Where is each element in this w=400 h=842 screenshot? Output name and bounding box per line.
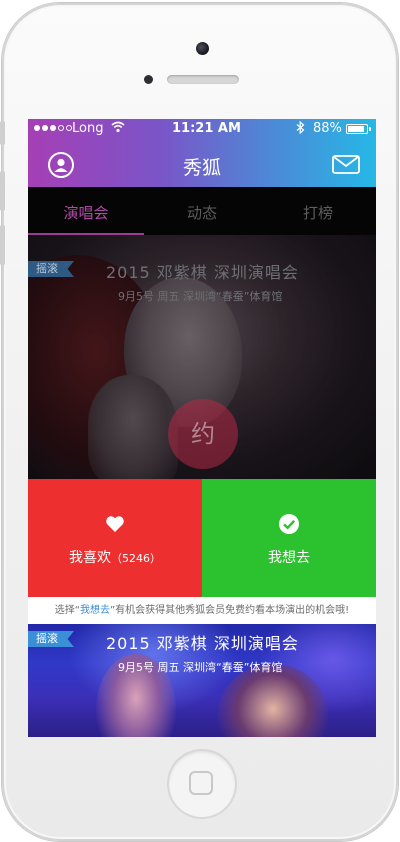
concert-title: 2015 邓紫棋 深圳演唱会 bbox=[106, 634, 299, 653]
check-circle-icon bbox=[279, 514, 299, 534]
genre-tag: 摇滚 bbox=[28, 631, 74, 647]
want-to-go-button[interactable]: 我想去 bbox=[202, 479, 376, 597]
app-screen: Long 11:21 AM 88% 秀狐 演唱会 动态 打榜 摇滚 2015 邓… bbox=[28, 119, 376, 737]
bluetooth-icon bbox=[296, 120, 305, 138]
status-time: 11:21 AM bbox=[172, 121, 241, 136]
page-title: 秀狐 bbox=[182, 157, 221, 179]
front-camera bbox=[196, 42, 209, 55]
volume-down-button bbox=[0, 225, 5, 265]
home-square-icon bbox=[189, 771, 213, 795]
battery-icon bbox=[346, 124, 371, 134]
tab-updates[interactable]: 动态 bbox=[144, 187, 260, 235]
wifi-icon bbox=[111, 121, 125, 136]
profile-button[interactable] bbox=[48, 152, 74, 178]
heart-icon bbox=[106, 516, 124, 532]
concert-date-venue: 9月5号 周五 深圳湾“春蚕”体育馆 bbox=[118, 290, 283, 303]
like-label: 我喜欢 bbox=[69, 550, 111, 566]
promo-hint-prefix: 选择“ bbox=[54, 605, 80, 616]
like-button[interactable]: 我喜欢（5246） bbox=[28, 479, 202, 597]
featured-concert-card[interactable]: 摇滚 2015 邓紫棋 深圳演唱会 9月5号 周五 深圳湾“春蚕”体育馆 约 bbox=[28, 235, 376, 479]
carrier-name: Long bbox=[72, 121, 104, 136]
concert-card-2[interactable]: 摇滚 2015 邓紫棋 深圳演唱会 9月5号 周五 深圳湾“春蚕”体育馆 bbox=[28, 624, 376, 737]
app-header: Long 11:21 AM 88% 秀狐 bbox=[28, 119, 376, 187]
tab-concerts[interactable]: 演唱会 bbox=[28, 187, 144, 235]
battery-fill bbox=[348, 126, 364, 132]
genre-tag: 摇滚 bbox=[28, 261, 74, 277]
concert-date-venue: 9月5号 周五 深圳湾“春蚕”体育馆 bbox=[118, 661, 283, 674]
earpiece-speaker bbox=[167, 75, 239, 84]
battery-percent: 88% bbox=[313, 121, 342, 136]
messages-button[interactable] bbox=[332, 155, 360, 174]
status-bar: Long 11:21 AM 88% bbox=[28, 119, 376, 139]
date-badge: 约 bbox=[168, 399, 238, 469]
tab-charts[interactable]: 打榜 bbox=[260, 187, 376, 235]
want-to-go-label: 我想去 bbox=[268, 550, 310, 566]
like-label-row: 我喜欢（5246） bbox=[28, 547, 202, 567]
promo-hint: 选择“我想去”有机会获得其他秀狐会员免费约看本场演出的机会哦! bbox=[28, 597, 376, 624]
user-icon bbox=[54, 158, 68, 172]
signal-strength-icon bbox=[34, 125, 72, 131]
tab-bar: 演唱会 动态 打榜 bbox=[28, 187, 376, 235]
promo-hint-suffix: ”有机会获得其他秀狐会员免费约看本场演出的机会哦! bbox=[109, 605, 350, 616]
like-count: （5246） bbox=[111, 552, 161, 565]
concert-title: 2015 邓紫棋 深圳演唱会 bbox=[106, 263, 299, 282]
mail-icon bbox=[332, 155, 360, 174]
proximity-sensor bbox=[144, 75, 153, 84]
volume-up-button bbox=[0, 171, 5, 211]
home-button[interactable] bbox=[167, 749, 237, 819]
promo-hint-highlight: 我想去 bbox=[79, 605, 110, 616]
mute-switch bbox=[0, 121, 5, 145]
